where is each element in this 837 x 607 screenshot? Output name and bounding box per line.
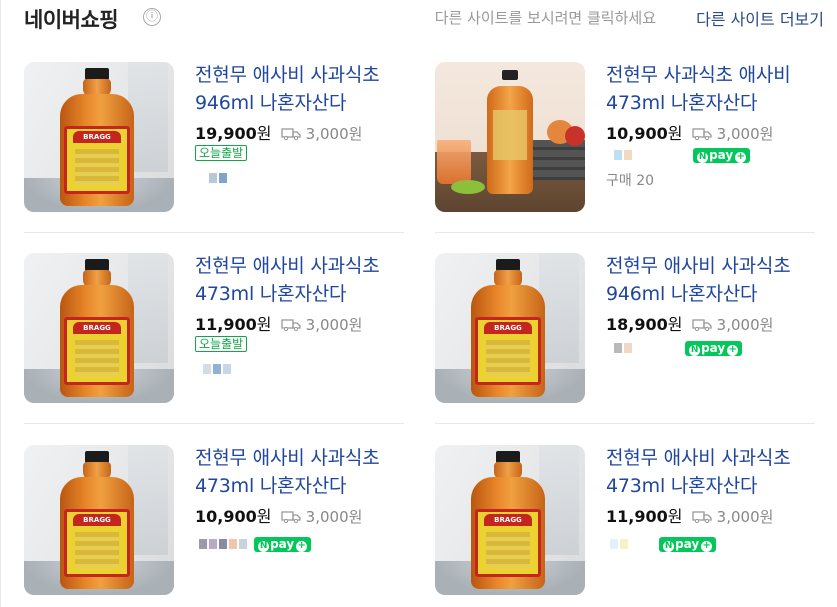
shipping-fee: 3,000원 [305,316,363,334]
vinegar-bottle-image: BRAGG [467,259,549,401]
divider [24,232,404,233]
truck-icon [280,319,301,331]
seller-mosaic [209,168,229,187]
seller-mosaic [614,145,634,164]
more-sites-link[interactable]: 다른 사이트 더보기 [696,6,824,30]
product-thumbnail[interactable]: BRAGG [24,445,174,595]
truck-icon [280,128,301,140]
price-row: 18,900원 3,000원 [606,315,774,334]
shopping-header: 네이버쇼핑 ⓘ 다른 사이트를 보시려면 클릭하세요 다른 사이트 더보기 [24,0,824,36]
vinegar-bottle-image: BRAGG [56,451,138,593]
product-card[interactable]: BRAGG 전현무 애사비 사과식초 946ml 나혼자산다 18,900원 3… [435,253,825,403]
seller-mosaic [610,534,630,553]
divider [24,423,404,424]
product-name-link[interactable]: 전현무 애사비 사과식초 473ml 나혼자산다 [195,444,410,500]
truck-icon [691,319,712,331]
product-card[interactable]: BRAGG 전현무 애사비 사과식초 473ml 나혼자산다 10,900원 3… [24,445,414,595]
product-card[interactable]: 전현무 사과식초 애사비 473ml 나혼자산다 10,900원 3,000원 … [435,62,825,212]
vinegar-bottle-image [487,70,533,200]
price-row: 11,900원 3,000원 [606,507,774,526]
shipping-fee: 3,000원 [716,125,774,143]
price-row: 11,900원 3,000원 [195,315,363,334]
product-price: 10,900 [606,124,668,143]
today-shipping-badge: 오늘출발 [195,145,248,161]
price-row: 10,900원 3,000원 [195,507,363,526]
section-title: 네이버쇼핑 [24,8,119,32]
divider [435,423,815,424]
product-name-link[interactable]: 전현무 애사비 사과식초 946ml 나혼자산다 [195,61,410,117]
product-price: 18,900 [606,315,668,334]
product-card[interactable]: BRAGG 전현무 애사비 사과식초 473ml 나혼자산다 11,900원 3… [24,253,414,403]
product-thumbnail[interactable] [435,62,585,212]
product-price: 19,900 [195,124,257,143]
shipping-fee: 3,000원 [716,316,774,334]
info-icon[interactable]: ⓘ [143,8,161,26]
truck-icon [691,511,712,523]
product-price: 10,900 [195,507,257,526]
product-thumbnail[interactable]: BRAGG [435,253,585,403]
product-price: 11,900 [195,315,257,334]
npay-badge: Npay + [254,537,312,552]
product-name-link[interactable]: 전현무 사과식초 애사비 473ml 나혼자산다 [606,61,821,117]
shipping-fee: 3,000원 [305,508,363,526]
divider [435,232,815,233]
product-card[interactable]: BRAGG 전현무 애사비 사과식초 946ml 나혼자산다 19,900원 3… [24,62,414,212]
price-row: 19,900원 3,000원 [195,124,363,143]
product-name-link[interactable]: 전현무 애사비 사과식초 473ml 나혼자산다 [195,252,410,308]
product-name-link[interactable]: 전현무 애사비 사과식초 946ml 나혼자산다 [606,252,821,308]
product-price: 11,900 [606,507,668,526]
vinegar-bottle-image: BRAGG [467,451,549,593]
npay-badge: Npay + [685,341,743,356]
seller-mosaic [203,359,233,378]
price-row: 10,900원 3,000원 [606,124,774,143]
shipping-fee: 3,000원 [716,508,774,526]
product-thumbnail[interactable]: BRAGG [24,253,174,403]
vinegar-bottle-image: BRAGG [56,259,138,401]
seller-mosaic [199,534,249,553]
vinegar-bottle-image: BRAGG [56,68,138,210]
npay-badge: Npay + [659,537,717,552]
product-name-link[interactable]: 전현무 애사비 사과식초 473ml 나혼자산다 [606,444,821,500]
left-border [0,0,1,607]
product-thumbnail[interactable]: BRAGG [24,62,174,212]
other-site-hint: 다른 사이트를 보시려면 클릭하세요 [434,9,656,27]
truck-icon [280,511,301,523]
npay-badge: Npay + [693,148,751,163]
truck-icon [691,128,712,140]
product-thumbnail[interactable]: BRAGG [435,445,585,595]
shipping-fee: 3,000원 [305,125,363,143]
product-card[interactable]: BRAGG 전현무 애사비 사과식초 473ml 나혼자산다 11,900원 3… [435,445,825,595]
purchase-count: 구매 20 [606,173,655,189]
today-shipping-badge: 오늘출발 [195,336,248,352]
seller-mosaic [614,338,634,357]
